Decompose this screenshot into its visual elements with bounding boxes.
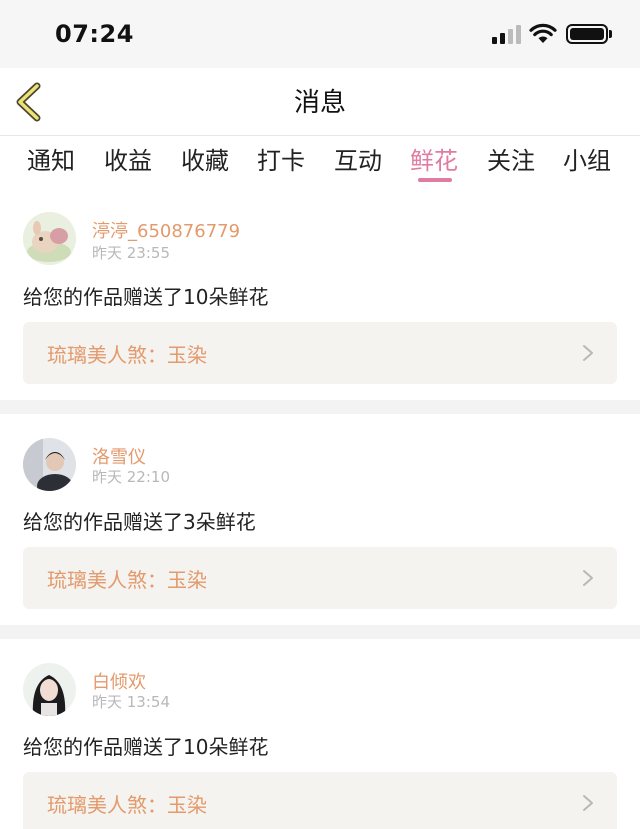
list-item: 洛雪仪 昨天 22:10 给您的作品赠送了3朵鲜花 琉璃美人煞：玉染 <box>0 414 640 625</box>
username[interactable]: 渟渟_650876779 <box>92 217 240 243</box>
work-title: 琉璃美人煞：玉染 <box>47 343 207 367</box>
message-text: 给您的作品赠送了10朵鲜花 <box>23 735 269 759</box>
timestamp: 昨天 22:10 <box>92 468 170 486</box>
tab-groups[interactable]: 小组 <box>552 141 622 176</box>
avatar[interactable] <box>23 663 76 716</box>
work-link[interactable]: 琉璃美人煞：玉染 <box>23 322 617 384</box>
tab-following[interactable]: 关注 <box>476 141 546 176</box>
work-title: 琉璃美人煞：玉染 <box>47 568 207 592</box>
battery-cap <box>609 30 612 38</box>
page-title: 消息 <box>293 88 346 118</box>
chevron-right-icon <box>583 570 593 586</box>
timestamp: 昨天 23:55 <box>92 244 170 262</box>
divider <box>0 625 640 639</box>
active-tab-indicator <box>418 178 452 182</box>
navigation-bar: 消息 <box>0 68 640 136</box>
tab-checkin[interactable]: 打卡 <box>246 141 316 176</box>
chevron-right-icon <box>583 345 593 361</box>
work-link[interactable]: 琉璃美人煞：玉染 <box>23 772 617 829</box>
tab-bar: 通知 收益 收藏 打卡 互动 鲜花 关注 小组 <box>0 137 640 189</box>
avatar[interactable] <box>23 212 76 265</box>
tab-earnings[interactable]: 收益 <box>93 141 163 176</box>
list-item: 渟渟_650876779 昨天 23:55 给您的作品赠送了10朵鲜花 琉璃美人… <box>0 190 640 400</box>
tab-notifications[interactable]: 通知 <box>16 141 86 176</box>
message-text: 给您的作品赠送了10朵鲜花 <box>23 285 269 309</box>
work-link[interactable]: 琉璃美人煞：玉染 <box>23 547 617 609</box>
signal-icon <box>492 25 522 44</box>
wifi-icon <box>529 23 557 43</box>
tab-favorites[interactable]: 收藏 <box>170 141 240 176</box>
chevron-right-icon <box>583 795 593 811</box>
timestamp: 昨天 13:54 <box>92 693 170 711</box>
battery-icon <box>566 24 608 44</box>
tab-flowers[interactable]: 鲜花 <box>399 141 469 176</box>
divider <box>0 400 640 414</box>
avatar[interactable] <box>23 438 76 491</box>
work-title: 琉璃美人煞：玉染 <box>47 793 207 817</box>
message-text: 给您的作品赠送了3朵鲜花 <box>23 510 256 534</box>
status-time: 07:24 <box>55 20 134 48</box>
list-item: 白倾欢 昨天 13:54 给您的作品赠送了10朵鲜花 琉璃美人煞：玉染 <box>0 639 640 829</box>
status-bar: 07:24 <box>0 0 640 68</box>
tab-interactions[interactable]: 互动 <box>323 141 393 176</box>
